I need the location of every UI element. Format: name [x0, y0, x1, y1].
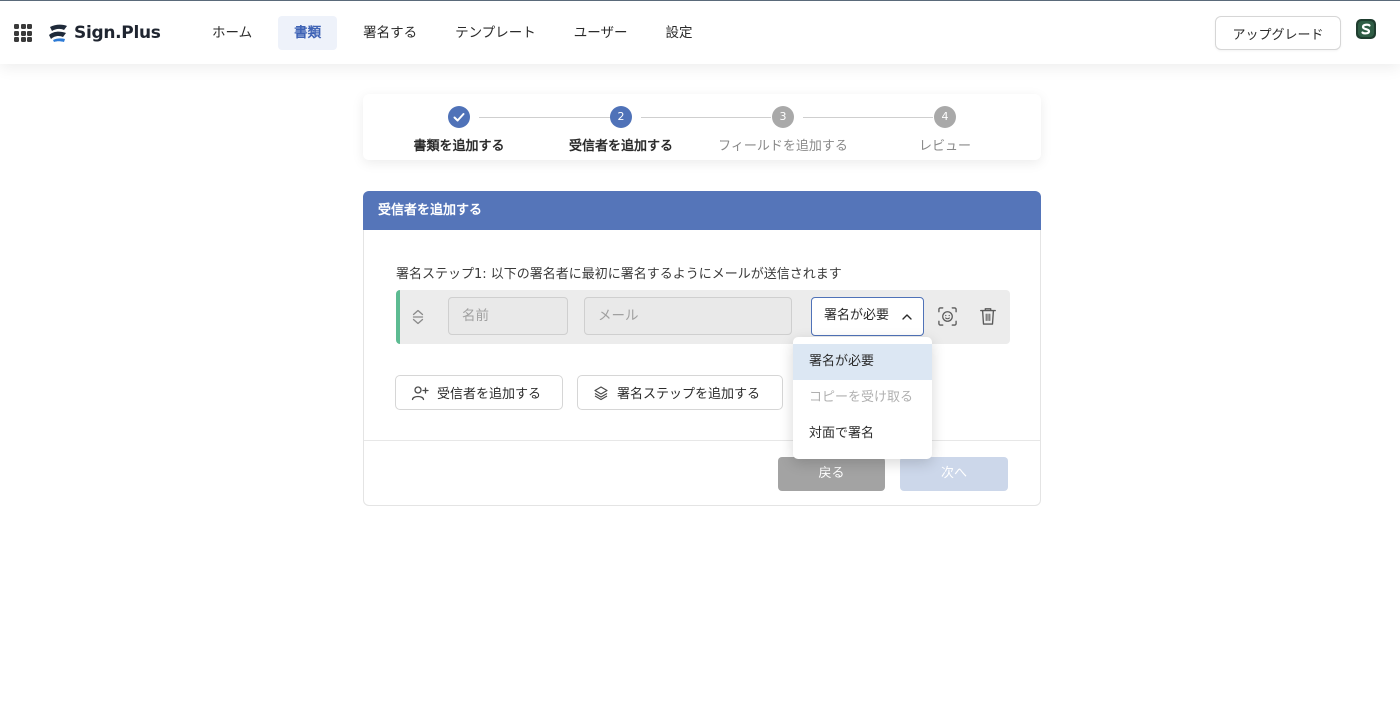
add-recipient-label: 受信者を追加する — [437, 387, 542, 402]
nav-item-sign[interactable]: 署名する — [351, 16, 429, 50]
app-logo[interactable]: Sign.Plus — [47, 21, 161, 45]
role-option-receive-copy: コピーを受け取る — [809, 390, 914, 405]
step-4-label: レビュー — [918, 139, 972, 154]
chevron-up-icon — [901, 298, 913, 334]
step-3-label: フィールドを追加する — [718, 139, 848, 154]
signing-step-description: 署名ステップ1: 以下の署名者に最初に署名するようにメールが送信されます — [396, 267, 842, 282]
logo-text: Sign.Plus — [74, 23, 161, 43]
add-recipient-button[interactable]: 受信者を追加する — [395, 375, 563, 410]
add-signing-step-label: 署名ステップを追加する — [617, 387, 761, 402]
nav-item-templates[interactable]: テンプレート — [443, 16, 548, 50]
step-connector — [479, 117, 611, 118]
top-navigation-bar: Sign.Plus ホーム 書類 署名する テンプレート ユーザー 設定 アップ… — [0, 0, 1400, 64]
sign-plus-logo-icon — [49, 24, 67, 42]
recipient-role-select[interactable]: 署名が必要 — [811, 297, 924, 336]
step-2-number: 2 — [610, 106, 632, 128]
layers-icon — [594, 385, 608, 400]
step-1-label: 書類を追加する — [413, 139, 505, 154]
trash-icon[interactable] — [976, 304, 1000, 328]
nav-item-users[interactable]: ユーザー — [562, 16, 640, 50]
user-avatar-icon[interactable] — [1355, 18, 1377, 40]
step-4-number: 4 — [934, 106, 956, 128]
nav-item-settings[interactable]: 設定 — [653, 16, 704, 50]
role-option-signature-required[interactable]: 署名が必要 — [793, 344, 932, 380]
upgrade-button[interactable]: アップグレード — [1215, 16, 1341, 50]
next-button[interactable]: 次へ — [900, 457, 1008, 491]
recipient-email-input[interactable]: メール — [584, 297, 792, 335]
add-signing-step-button[interactable]: 署名ステップを追加する — [577, 375, 783, 410]
drag-handle-icon[interactable] — [410, 307, 426, 327]
role-select-value: 署名が必要 — [824, 308, 890, 323]
step-2-label: 受信者を追加する — [568, 139, 674, 154]
nav-item-home[interactable]: ホーム — [200, 16, 264, 50]
panel-divider — [364, 440, 1040, 441]
step-connector — [641, 117, 771, 118]
grid-apps-icon[interactable] — [14, 24, 32, 42]
back-button[interactable]: 戻る — [778, 457, 885, 491]
step-3-number: 3 — [772, 106, 794, 128]
role-dropdown-menu: 署名が必要 コピーを受け取る 対面で署名 — [793, 337, 932, 459]
role-option-sign-in-person[interactable]: 対面で署名 — [793, 416, 932, 452]
step-1-check-icon — [448, 106, 470, 128]
panel-title: 受信者を追加する — [363, 191, 1041, 230]
recipient-row: 名前 メール 署名が必要 — [396, 290, 1010, 344]
face-scan-icon[interactable] — [935, 304, 959, 328]
main-nav: ホーム 書類 署名する テンプレート ユーザー 設定 — [200, 16, 718, 50]
step-connector — [803, 117, 933, 118]
progress-stepper: 2 3 4 書類を追加する 受信者を追加する フィールドを追加する レビュー — [363, 94, 1041, 160]
add-recipients-panel: 受信者を追加する 署名ステップ1: 以下の署名者に最初に署名するようにメールが送… — [363, 191, 1041, 506]
recipient-name-input[interactable]: 名前 — [448, 297, 568, 335]
add-user-icon — [411, 385, 429, 400]
nav-item-documents[interactable]: 書類 — [278, 16, 338, 50]
